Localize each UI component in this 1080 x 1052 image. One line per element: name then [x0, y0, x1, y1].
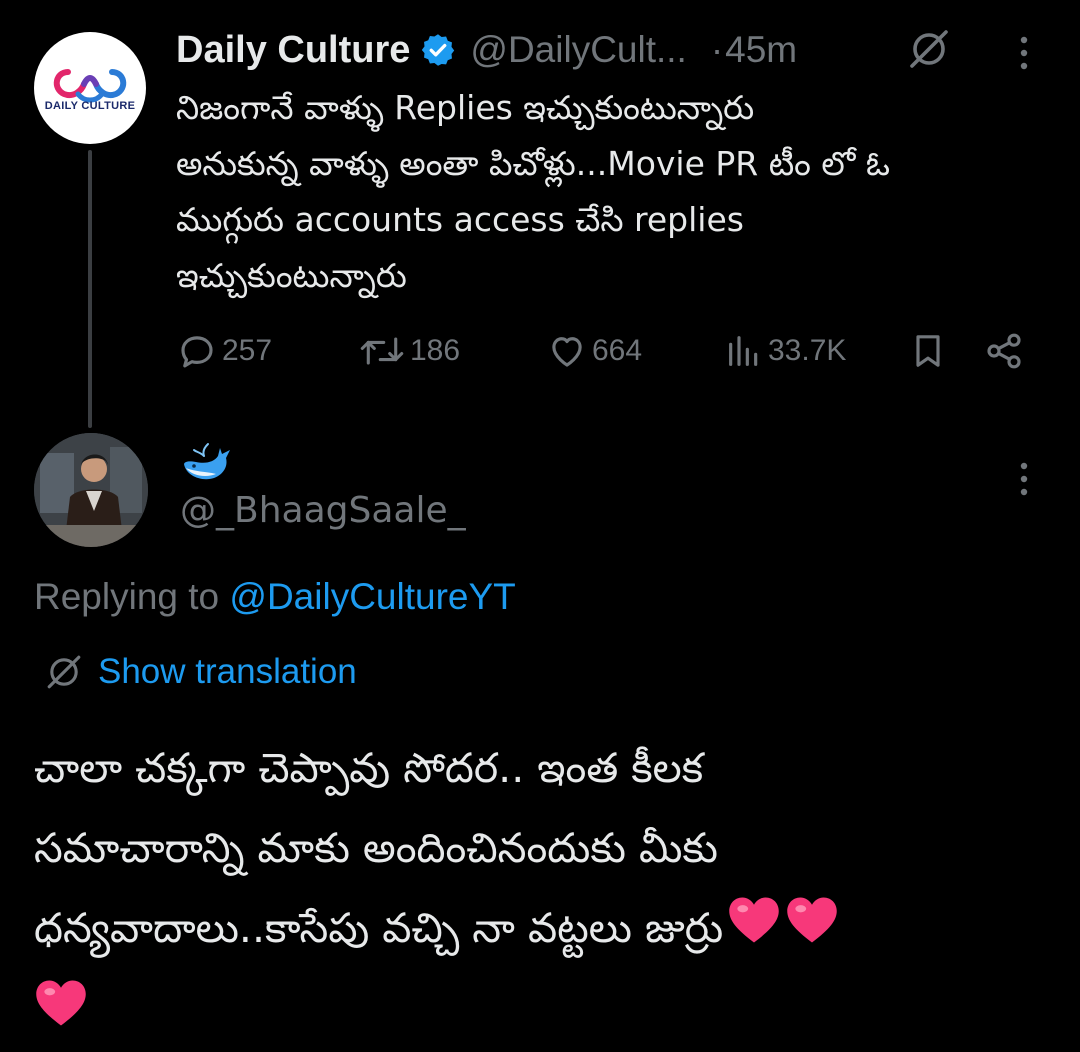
reply-text-line: [34, 971, 1044, 1052]
reply-icon: [181, 336, 213, 368]
author-name[interactable]: Daily Culture: [176, 29, 410, 72]
reply-text-line: చాలా చక్కగా చెప్పావు సోదర.. ఇంత కీలక: [34, 744, 704, 792]
retweet-icon: [360, 337, 404, 365]
share-button[interactable]: [984, 326, 1024, 376]
more-vertical-icon[interactable]: [1010, 460, 1038, 498]
tweet-text-line: అనుకున్న వాళ్ళు అంతా పిచోళ్లు...Movie PR…: [176, 144, 890, 183]
thread-connector-line: [88, 150, 92, 428]
heart-icon: [552, 337, 582, 367]
reply-author-handle[interactable]: @_BhaagSaale_: [180, 490, 466, 531]
retweet-count: 186: [410, 334, 461, 367]
whale-emoji-icon: [180, 442, 232, 486]
show-translation-button[interactable]: Show translation: [44, 646, 357, 698]
heart-emoji-icon: [727, 891, 781, 971]
like-button[interactable]: 664: [546, 326, 642, 376]
tweet-body: నిజంగానే వాళ్ళు Replies ఇచ్చుకుంటున్నారు…: [176, 80, 1056, 304]
profile-photo-icon: [34, 433, 148, 547]
views-button[interactable]: 33.7K: [724, 326, 846, 376]
replying-to-mention-link[interactable]: @DailyCultureYT: [229, 576, 515, 617]
heart-emoji-icon: [34, 974, 88, 1052]
tweet-text-line: ఇచ్చుకుంటున్నారు: [176, 256, 407, 295]
verified-badge-icon: [420, 32, 456, 68]
separator-dot: ·: [710, 29, 724, 70]
reply-text-line-content: ధన్యవాదాలు..కాసేపు వచ్చి నా వట్టలు జుర్ర…: [34, 904, 724, 952]
bookmark-icon: [916, 335, 940, 367]
share-icon: [987, 333, 1021, 369]
grok-icon[interactable]: [906, 26, 952, 72]
more-vertical-icon[interactable]: [1010, 34, 1038, 72]
reply-text-line: ధన్యవాదాలు..కాసేపు వచ్చి నా వట్టలు జుర్ర…: [34, 888, 1044, 971]
author-avatar[interactable]: DAILY CULTURE: [34, 32, 146, 144]
grok-icon: [47, 655, 81, 689]
tweet-action-bar: 257 186 664 33.7K: [176, 326, 1056, 376]
show-translation-label: Show translation: [98, 652, 357, 691]
author-handle[interactable]: @DailyCult...: [470, 29, 686, 71]
reply-body: చాలా చక్కగా చెప్పావు సోదర.. ఇంత కీలక సమా…: [34, 728, 1044, 1052]
tweet-text-line: నిజంగానే వాళ్ళు Replies ఇచ్చుకుంటున్నారు: [176, 88, 755, 127]
like-count: 664: [592, 334, 643, 367]
reply-author-avatar[interactable]: [34, 433, 148, 547]
tweet-timestamp[interactable]: 45m: [725, 29, 797, 71]
tweet-thread: DAILY CULTURE Daily Culture @DailyCult..…: [0, 0, 1080, 1052]
reply-button[interactable]: 257: [176, 326, 272, 376]
tweet-header: Daily Culture @DailyCult... · 45m: [176, 22, 797, 78]
views-count: 33.7K: [768, 334, 847, 367]
replying-to-prefix: Replying to: [34, 576, 230, 617]
retweet-button[interactable]: 186: [358, 326, 460, 376]
reply-count: 257: [222, 334, 273, 367]
bookmark-button[interactable]: [908, 326, 948, 376]
tweet-text-line: ముగ్గురు accounts access చేసి replies: [176, 200, 744, 239]
views-icon: [729, 336, 758, 366]
reply-text-line: సమాచారాన్ని మాకు అందించినందుకు మీకు: [34, 824, 718, 872]
avatar-logo-text: DAILY CULTURE: [44, 100, 136, 112]
heart-emoji-icon: [785, 891, 839, 971]
daily-culture-logo-icon: [53, 69, 127, 103]
replying-to-line: Replying to @DailyCultureYT: [34, 576, 516, 618]
